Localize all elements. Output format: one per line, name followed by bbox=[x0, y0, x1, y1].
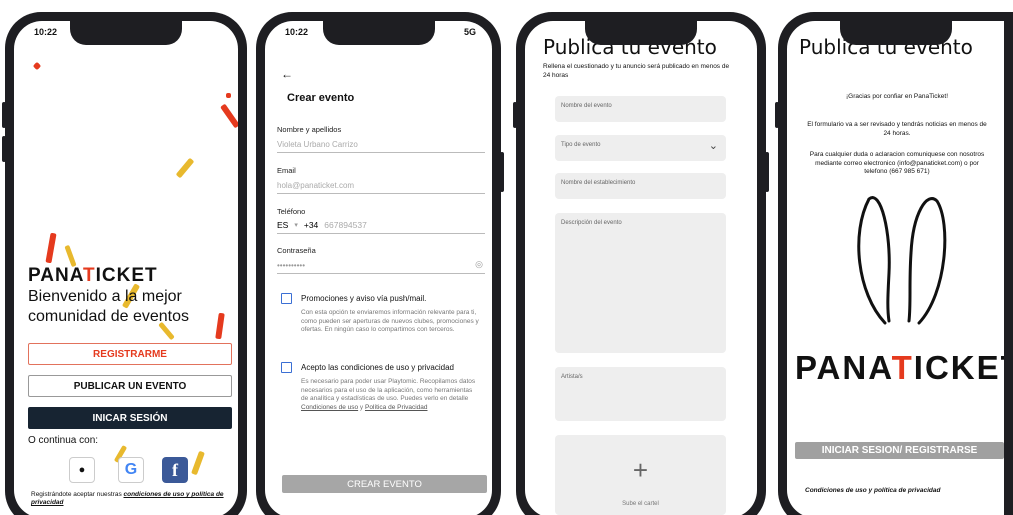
page-title: Crear evento bbox=[287, 92, 355, 104]
panaticket-logo: PANATICKET bbox=[795, 349, 1004, 386]
status-time: 10:22 bbox=[285, 27, 309, 37]
confetti bbox=[45, 232, 57, 264]
email-label: Email bbox=[277, 166, 296, 175]
terms-title: Acepto las condiciones de uso y privacid… bbox=[301, 363, 454, 372]
welcome-screen: 10:22 PANATICKET Bienvenido a la mejor c… bbox=[14, 21, 238, 515]
name-field[interactable]: Nombre y apellidos Violeta Urbano Carriz… bbox=[277, 125, 485, 153]
promo-checkbox[interactable] bbox=[281, 293, 292, 304]
promo-title: Promociones y aviso vía push/mail. bbox=[301, 294, 427, 303]
password-field[interactable]: Contraseña •••••••••• ◎ bbox=[277, 246, 485, 274]
register-button[interactable]: REGISTRARME bbox=[28, 343, 232, 365]
login-register-button[interactable]: INICIAR SESION/ REGISTRARSE bbox=[795, 442, 1004, 459]
welcome-heading: Bienvenido a la mejor comunidad de event… bbox=[28, 288, 189, 325]
network-indicator: 5G bbox=[463, 27, 476, 37]
email-value: hola@panaticket.com bbox=[277, 181, 355, 190]
artists-input[interactable]: Artista/s bbox=[555, 367, 726, 421]
country-select[interactable]: ES bbox=[277, 220, 288, 230]
name-value: Violeta Urbano Carrizo bbox=[277, 140, 358, 149]
mockup-stage: 10:22 PANATICKET Bienvenido a la mejor c… bbox=[0, 0, 1013, 515]
back-arrow-icon[interactable]: ← bbox=[281, 67, 293, 81]
terms-notice: Registrándote aceptar nuestras condicion… bbox=[31, 491, 224, 506]
phone-confirmation: Publica tu evento ¡Gracias por confiar e… bbox=[775, 12, 1013, 515]
facebook-icon[interactable]: f bbox=[162, 457, 188, 483]
notch bbox=[839, 21, 952, 45]
confetti bbox=[226, 93, 231, 98]
google-icon[interactable]: G bbox=[118, 457, 144, 483]
publish-event-button[interactable]: PUBLICAR UN EVENTO bbox=[28, 375, 232, 397]
login-button[interactable]: INICAR SESIÓN bbox=[28, 407, 232, 429]
password-label: Contraseña bbox=[277, 246, 316, 255]
phone-label: Teléfono bbox=[277, 207, 306, 216]
confetti bbox=[32, 61, 42, 71]
status-time: 10:22 bbox=[34, 27, 58, 37]
eye-icon[interactable]: ◎ bbox=[475, 259, 483, 270]
chevron-down-icon: ▾ bbox=[294, 222, 298, 229]
confetti bbox=[191, 450, 205, 476]
confetti bbox=[64, 244, 77, 268]
terms-checkbox[interactable] bbox=[281, 362, 292, 373]
conditions-link[interactable]: Condiciones de uso bbox=[301, 404, 358, 411]
event-name-input[interactable]: Nombre del evento bbox=[555, 96, 726, 122]
page-subtitle: Rellena el cuestionado y tu anuncio será… bbox=[543, 63, 730, 79]
bunny-ears-illustration bbox=[857, 196, 947, 325]
email-field[interactable]: Email hola@panaticket.com bbox=[277, 166, 485, 194]
phone-value: 667894537 bbox=[324, 220, 367, 230]
terms-link[interactable]: Condiciones de uso y política de privaci… bbox=[805, 487, 940, 494]
confetti bbox=[220, 103, 238, 129]
confirmation-screen: Publica tu evento ¡Gracias por confiar e… bbox=[787, 21, 1004, 515]
continue-with-label: O continua con: bbox=[28, 435, 99, 446]
create-event-button[interactable]: CREAR EVENTO bbox=[282, 475, 487, 493]
status-bar: 10:22 bbox=[34, 27, 222, 37]
upload-label: Sube el cartel bbox=[622, 501, 659, 507]
phone-publish-form: Publica tu evento Rellena el cuestionado… bbox=[513, 12, 769, 515]
notch bbox=[585, 21, 697, 45]
privacy-link[interactable]: Política de Privacidad bbox=[365, 404, 428, 411]
review-message: El formulario va a ser revisado y tendrá… bbox=[807, 121, 987, 137]
venue-name-input[interactable]: Nombre del establecimiento bbox=[555, 173, 726, 199]
status-bar: 10:22 5G bbox=[285, 27, 476, 37]
event-type-select[interactable]: Tipo de evento ⌄ bbox=[555, 135, 726, 161]
publish-form-screen: Publica tu evento Rellena el cuestionado… bbox=[525, 21, 757, 515]
phone-welcome: 10:22 PANATICKET Bienvenido a la mejor c… bbox=[2, 12, 247, 515]
apple-icon[interactable]: ● bbox=[69, 457, 95, 483]
name-label: Nombre y apellidos bbox=[277, 125, 342, 134]
chevron-down-icon: ⌄ bbox=[708, 140, 718, 152]
password-value: •••••••••• bbox=[277, 261, 306, 270]
upload-poster-area[interactable]: + Sube el cartel bbox=[555, 435, 726, 515]
thanks-message: ¡Gracias por confiar en PanaTicket! bbox=[846, 93, 948, 100]
confetti bbox=[175, 157, 195, 179]
contact-message: Para cualquier duda o aclaracion comuniq… bbox=[809, 151, 985, 175]
panaticket-logo: PANATICKET bbox=[28, 265, 158, 286]
phone-field[interactable]: Teléfono ES ▾ +34 667894537 bbox=[277, 207, 485, 234]
event-description-input[interactable]: Descripción del evento bbox=[555, 213, 726, 353]
phone-create-event: 10:22 5G ← Crear evento Nombre y apellid… bbox=[256, 12, 504, 515]
terms-description: Es necesario para poder usar Playtomic. … bbox=[301, 378, 476, 411]
plus-icon: + bbox=[632, 455, 649, 485]
promo-description: Con esta opción te enviaremos informació… bbox=[301, 309, 479, 333]
phone-prefix: +34 bbox=[303, 220, 319, 230]
create-event-screen: 10:22 5G ← Crear evento Nombre y apellid… bbox=[265, 21, 492, 515]
